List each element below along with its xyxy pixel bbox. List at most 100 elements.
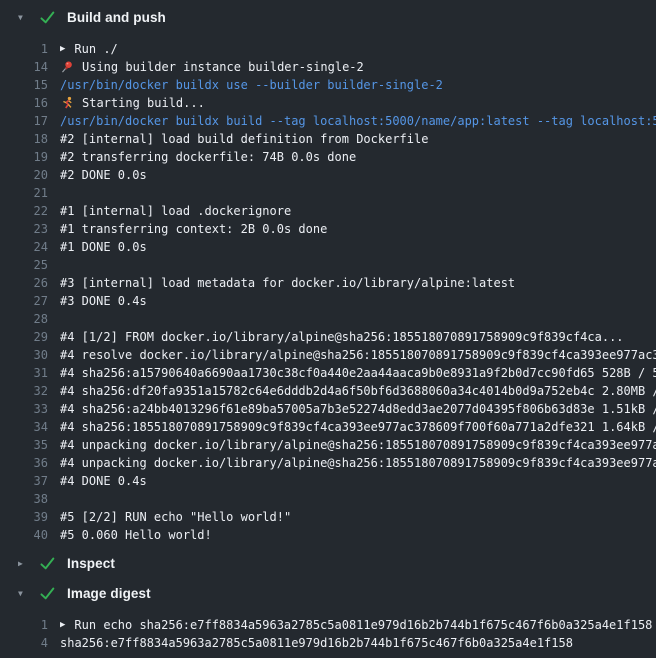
section-header-image-digest[interactable]: ▼Image digest: [0, 583, 656, 604]
log-line: 39 #5 [2/2] RUN echo "Hello world!": [0, 508, 656, 526]
log-text: [60, 256, 656, 274]
chevron-down-icon[interactable]: ▼: [18, 7, 30, 28]
log-line: 24 #1 DONE 0.0s: [0, 238, 656, 256]
log-text: #3 [internal] load metadata for docker.i…: [60, 274, 656, 292]
log-line: 18 #2 [internal] load build definition fr…: [0, 130, 656, 148]
line-number[interactable]: 19: [0, 148, 48, 166]
line-number[interactable]: 36: [0, 454, 48, 472]
log-text: Using builder instance builder-single-2: [60, 58, 656, 76]
log-text-content: #4 unpacking docker.io/library/alpine@sh…: [60, 436, 656, 454]
log-line: 19 #2 transferring dockerfile: 74B 0.0s d…: [0, 148, 656, 166]
line-number[interactable]: 25: [0, 256, 48, 274]
line-number[interactable]: 38: [0, 490, 48, 508]
line-number[interactable]: 24: [0, 238, 48, 256]
log-line: 25: [0, 256, 656, 274]
line-number[interactable]: 39: [0, 508, 48, 526]
log-line: 17/usr/bin/docker buildx build --tag loc…: [0, 112, 656, 130]
section-header-inspect[interactable]: ▶ Inspect: [0, 553, 656, 574]
log-line: 4 sha256:e7ff8834a5963a2785c5a0811e979d16…: [0, 634, 656, 652]
chevron-right-icon[interactable]: ▶: [18, 553, 30, 574]
log-text: [60, 310, 656, 328]
log-text: #4 [1/2] FROM docker.io/library/alpine@s…: [60, 328, 656, 346]
log-text: #5 0.060 Hello world!: [60, 526, 656, 544]
log-text: #4 sha256:df20fa9351a15782c64e6dddb2d4a6…: [60, 382, 656, 400]
log-text: #2 transferring dockerfile: 74B 0.0s don…: [60, 148, 656, 166]
log-line: 37 #4 DONE 0.4s: [0, 472, 656, 490]
log-line: 21: [0, 184, 656, 202]
log-text: #1 transferring context: 2B 0.0s done: [60, 220, 656, 238]
log-text-content: #1 DONE 0.0s: [60, 238, 147, 256]
log-text: #5 [2/2] RUN echo "Hello world!": [60, 508, 656, 526]
section-log-lines: 1 ▶ Run echo sha256:e7ff8834a5963a2785c5a0…: [0, 616, 656, 652]
log-text-content: #2 [internal] load build definition from…: [60, 130, 428, 148]
log-line: 33 #4 sha256:a24bb4013296f61e89ba57005a7b…: [0, 400, 656, 418]
log-line: 20 #2 DONE 0.0s: [0, 166, 656, 184]
section-log-lines: 1 ▶Run ./ 14 Using builder instance builder…: [0, 40, 656, 544]
line-number[interactable]: 35: [0, 436, 48, 454]
line-number[interactable]: 29: [0, 328, 48, 346]
line-number[interactable]: 27: [0, 292, 48, 310]
line-number[interactable]: 22: [0, 202, 48, 220]
log-line: 22 #1 [internal] load .dockerignore: [0, 202, 656, 220]
line-number[interactable]: 30: [0, 346, 48, 364]
log-line: 16 Starting build...: [0, 94, 656, 112]
log-line: 1 ▶Run ./: [0, 40, 656, 58]
log-text-content: #4 [1/2] FROM docker.io/library/alpine@s…: [60, 328, 624, 346]
line-number[interactable]: 15: [0, 76, 48, 94]
log-line: 28: [0, 310, 656, 328]
log-text: [60, 490, 656, 508]
line-number[interactable]: 26: [0, 274, 48, 292]
log-text-content: #4 unpacking docker.io/library/alpine@sh…: [60, 454, 656, 472]
line-number[interactable]: 37: [0, 472, 48, 490]
line-number[interactable]: 28: [0, 310, 48, 328]
expand-icon[interactable]: ▶: [60, 616, 65, 634]
section-header-build-and-push[interactable]: ▼ Build and push: [0, 7, 656, 28]
log-text-content: #4 sha256:a24bb4013296f61e89ba57005a7b3e…: [60, 400, 656, 418]
log-line: 14 Using builder instance builder-single-…: [0, 58, 656, 76]
log-text: #4 sha256:185518070891758909c9f839cf4ca3…: [60, 418, 656, 436]
log-text: #4 DONE 0.4s: [60, 472, 656, 490]
log-text-content: #5 [2/2] RUN echo "Hello world!": [60, 508, 291, 526]
line-number[interactable]: 16: [0, 94, 48, 112]
line-number[interactable]: 20: [0, 166, 48, 184]
expand-icon[interactable]: ▶: [60, 40, 65, 58]
log-text-content: #4 resolve docker.io/library/alpine@sha2…: [60, 346, 656, 364]
log-line: 23 #1 transferring context: 2B 0.0s done: [0, 220, 656, 238]
log-text-content: /usr/bin/docker buildx use --builder bui…: [60, 76, 443, 94]
line-number[interactable]: 31: [0, 364, 48, 382]
log-text-content: #3 [internal] load metadata for docker.i…: [60, 274, 515, 292]
line-number[interactable]: 18: [0, 130, 48, 148]
line-number[interactable]: 4: [0, 634, 48, 652]
line-number[interactable]: 14: [0, 58, 48, 76]
log-text: #4 unpacking docker.io/library/alpine@sh…: [60, 436, 656, 454]
line-number[interactable]: 32: [0, 382, 48, 400]
chevron-down-icon[interactable]: ▼: [18, 583, 30, 604]
log-line: 31#4 sha256:a15790640a6690aa1730c38cf0a4…: [0, 364, 656, 382]
line-number[interactable]: 17: [0, 112, 48, 130]
log-text-content: Run echo sha256:e7ff8834a5963a2785c5a081…: [74, 616, 652, 634]
line-number[interactable]: 40: [0, 526, 48, 544]
line-number[interactable]: 21: [0, 184, 48, 202]
line-number[interactable]: 1: [0, 40, 48, 58]
log-text-content: #2 DONE 0.0s: [60, 166, 147, 184]
section-title: Build and push: [67, 10, 166, 25]
log-text-content: Starting build...: [82, 94, 205, 112]
log-text: sha256:e7ff8834a5963a2785c5a0811e979d16b…: [60, 634, 656, 652]
log-text: ▶Run ./: [60, 40, 656, 58]
line-number[interactable]: 34: [0, 418, 48, 436]
log-line: 32 #4 sha256:df20fa9351a15782c64e6dddb2d4…: [0, 382, 656, 400]
log-text: Starting build...: [60, 94, 656, 112]
line-number[interactable]: 33: [0, 400, 48, 418]
line-number[interactable]: 23: [0, 220, 48, 238]
check-icon: [40, 557, 55, 570]
section-title: Inspect: [67, 556, 115, 571]
log-line: 35 #4 unpacking docker.io/library/alpine@…: [0, 436, 656, 454]
log-text: [60, 184, 656, 202]
log-text-content: #1 [internal] load .dockerignore: [60, 202, 291, 220]
log-line: 29 #4 [1/2] FROM docker.io/library/alpine…: [0, 328, 656, 346]
log-text-content: /usr/bin/docker buildx build --tag local…: [60, 112, 656, 130]
log-text-content: #5 0.060 Hello world!: [60, 526, 212, 544]
log-line: 27#3 DONE 0.4s: [0, 292, 656, 310]
line-number[interactable]: 1: [0, 616, 48, 634]
log-text: #1 DONE 0.0s: [60, 238, 656, 256]
